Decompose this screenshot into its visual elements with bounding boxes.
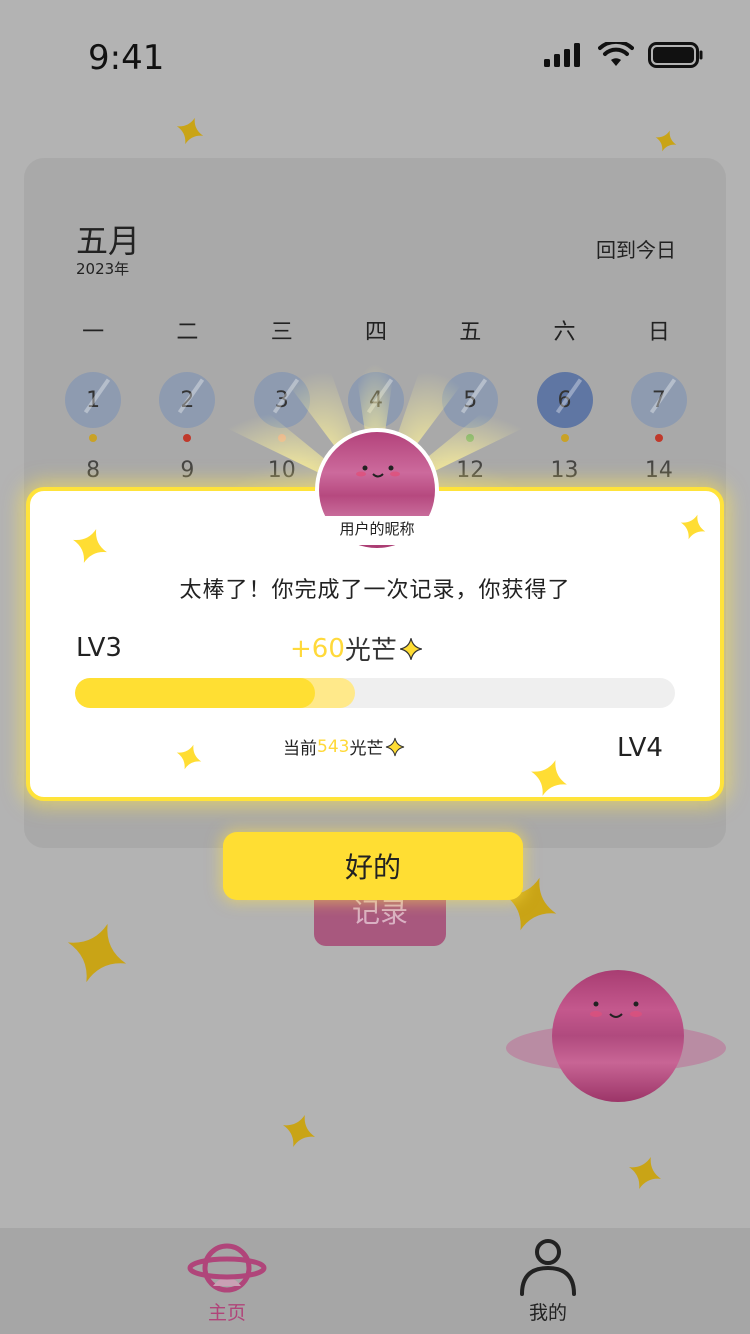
- star-icon: [531, 760, 567, 796]
- progress-fill: [75, 678, 315, 708]
- level-progress-bar: [75, 678, 675, 708]
- day-bubble: 1: [65, 372, 122, 428]
- calendar-month: 五月: [76, 222, 141, 260]
- next-level: LV4: [617, 733, 663, 763]
- weekday-label: 一: [82, 320, 105, 345]
- calendar-day[interactable]: 14: [612, 458, 706, 483]
- calendar-year: 2023年: [76, 260, 130, 278]
- planet-mascot-icon: [506, 970, 726, 1102]
- tab-home[interactable]: 主页: [147, 1228, 307, 1334]
- calendar-day[interactable]: 8: [46, 458, 140, 483]
- star-icon: [680, 514, 706, 540]
- star-icon: [655, 130, 677, 152]
- star-icon: [176, 117, 204, 145]
- star-icon: [283, 1115, 315, 1147]
- calendar-day[interactable]: 1: [46, 372, 140, 452]
- star-icon: [629, 1157, 661, 1189]
- star-icon: [67, 923, 127, 983]
- user-avatar-wrap: 用户的昵称: [315, 428, 439, 552]
- current-light-total: 当前 543 光芒: [283, 734, 405, 759]
- user-nickname: 用户的昵称: [315, 516, 439, 545]
- back-to-today-button[interactable]: 回到今日: [596, 234, 676, 263]
- reward-message: 太棒了！你完成了一次记录，你获得了: [179, 578, 571, 603]
- wifi-icon: [598, 42, 634, 66]
- mood-dot: [654, 434, 663, 442]
- status-icons: [544, 42, 704, 68]
- user-icon: [520, 1239, 576, 1296]
- star-icon: [73, 529, 107, 563]
- tab-me-label: 我的: [528, 1302, 567, 1324]
- gain-unit: 光芒: [344, 636, 397, 666]
- tab-home-label: 主页: [207, 1302, 246, 1324]
- sparkle-icon: [386, 737, 405, 756]
- current-prefix: 当前: [283, 739, 317, 759]
- tab-bar: 主页 我的: [0, 1228, 750, 1334]
- status-time: 9:41: [88, 38, 165, 78]
- calendar-day[interactable]: 7: [612, 372, 706, 452]
- status-bar: 9:41: [0, 0, 750, 110]
- current-unit: 光芒: [349, 739, 384, 759]
- ok-button[interactable]: 好的: [223, 832, 523, 900]
- current-level: LV3: [76, 633, 122, 663]
- tab-me[interactable]: 我的: [468, 1228, 628, 1334]
- current-value: 543: [317, 736, 350, 757]
- gain-amount: +60 光芒: [290, 630, 423, 667]
- planet-icon: [187, 1243, 267, 1293]
- battery-icon: [648, 42, 703, 68]
- weekday-label: 日: [647, 320, 670, 345]
- sparkle-icon: [399, 637, 422, 660]
- mood-dot: [89, 434, 98, 442]
- signal-icon: [544, 43, 580, 67]
- star-icon: [176, 744, 202, 770]
- gain-value: +60: [290, 633, 345, 664]
- day-bubble: 7: [630, 372, 687, 428]
